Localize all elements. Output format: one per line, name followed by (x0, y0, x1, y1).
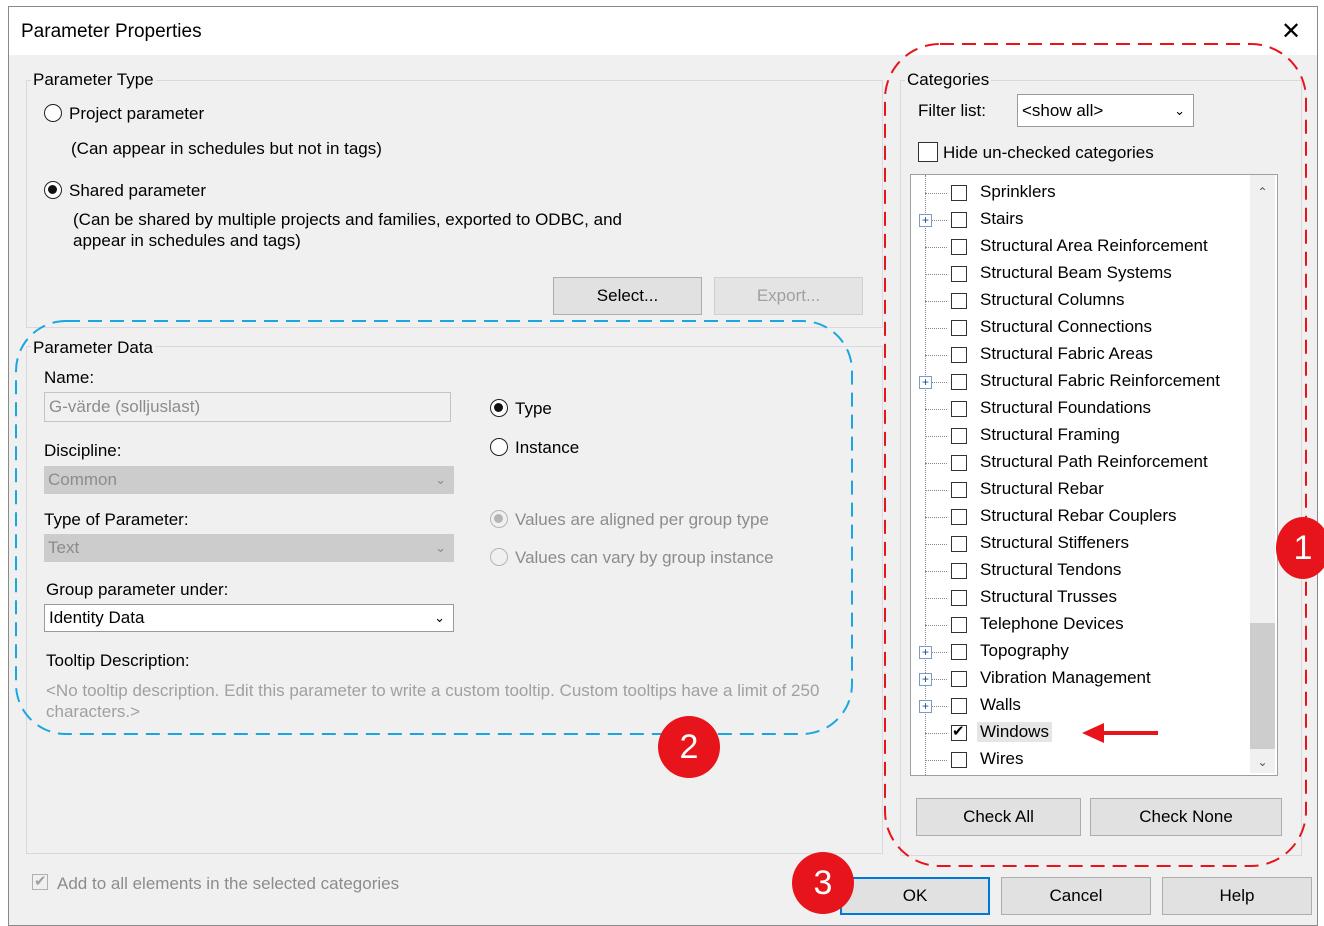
arrow-head (1082, 723, 1104, 743)
annotation-badge-1: 1 (1276, 517, 1324, 579)
categories-highlight-outline (884, 43, 1307, 867)
annotation-overlay (15, 43, 1307, 867)
parameter-data-highlight-outline (15, 320, 853, 735)
annotation-badge-2: 2 (658, 716, 720, 778)
annotation-badge-3: 3 (792, 852, 854, 914)
